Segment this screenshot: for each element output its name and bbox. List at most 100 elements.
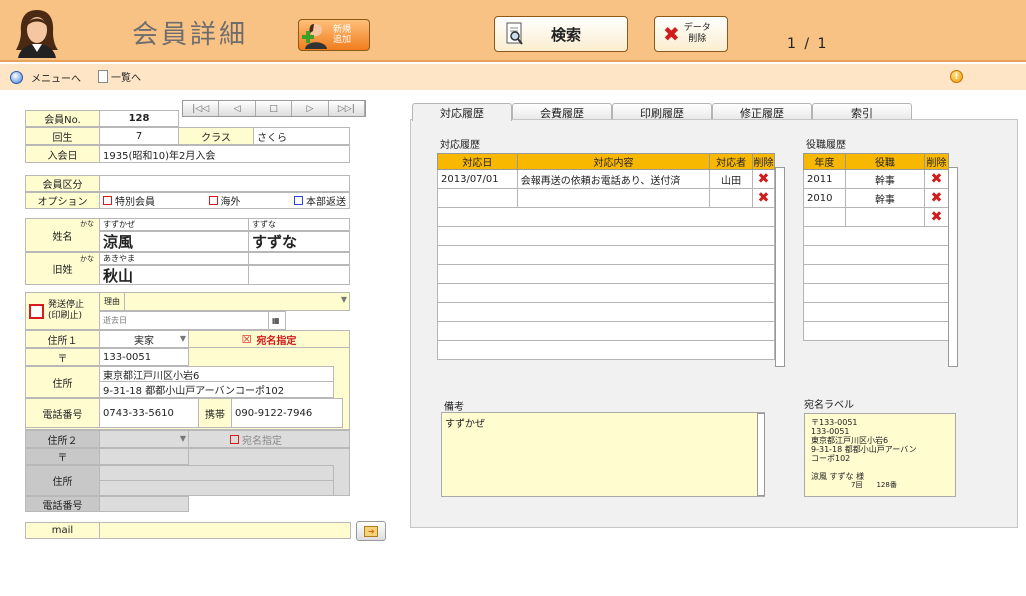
list-link[interactable]: 一覧へ — [98, 69, 141, 84]
table-row — [803, 245, 949, 265]
address2-label: 住所２ — [25, 430, 100, 448]
class-value[interactable]: さくら — [253, 127, 350, 145]
last-record-button[interactable]: ▷▷| — [328, 101, 366, 116]
table-row[interactable]: 2010 幹事 ✖ — [803, 188, 949, 208]
table-row — [803, 226, 949, 246]
address1-atena[interactable]: ☒ 宛名指定 — [188, 330, 350, 348]
tel2-label: 電話番号 — [25, 496, 100, 512]
death-date-field[interactable]: 逝去日 — [99, 311, 269, 330]
death-date-label: 逝去日 — [103, 316, 127, 325]
address2-line1[interactable] — [99, 465, 334, 481]
address1-addr-label: 住所 — [25, 366, 100, 398]
ship-stop-label1: 発送停止 — [48, 300, 85, 310]
memo-textarea[interactable]: すずかぜ — [441, 412, 765, 497]
new-label-line2: 追加 — [333, 35, 352, 45]
history-scrollbar[interactable] — [775, 167, 785, 367]
history-content[interactable]: 会報再送の依頼お電話あり、送付済 — [516, 169, 711, 189]
search-document-icon — [506, 22, 523, 45]
list-document-icon — [98, 70, 108, 83]
option-overseas[interactable]: 海外 — [208, 193, 241, 208]
delete-row-icon[interactable]: ✖ — [924, 207, 949, 227]
table-row[interactable]: ✖ — [803, 207, 949, 227]
search-button[interactable]: 検索 — [494, 16, 628, 52]
alert-icon[interactable]: ! — [950, 70, 963, 83]
role-year[interactable]: 2011 — [803, 169, 846, 189]
new-record-button[interactable]: 新規 追加 — [298, 19, 370, 51]
name-label-text: 姓名 — [52, 231, 73, 243]
role-name[interactable]: 幹事 — [844, 169, 926, 189]
delete-row-icon[interactable]: ✖ — [924, 188, 949, 208]
atena2-checkbox[interactable] — [230, 434, 239, 444]
zip1-value[interactable]: 133-0051 — [99, 348, 189, 366]
table-row[interactable]: ✖ — [437, 188, 775, 208]
table-row[interactable]: 2013/07/01 会報再送の依頼お電話あり、送付済 山田 ✖ — [437, 169, 775, 189]
kubun-value[interactable] — [99, 175, 350, 192]
address1-line2[interactable]: 9-31-18 都都小山戸アーバンコーポ102 — [99, 381, 334, 398]
address2-type-select[interactable]: ▼ — [99, 430, 189, 448]
next-record-button[interactable]: ▷ — [292, 101, 329, 116]
delete-row-icon[interactable]: ✖ — [752, 169, 775, 189]
ship-stop-checkbox[interactable] — [29, 303, 44, 319]
mail-input[interactable] — [99, 522, 351, 539]
first-record-button[interactable]: |◁◁ — [183, 101, 220, 116]
mei-kana-value[interactable]: すずな — [248, 218, 350, 231]
sei-kana-value[interactable]: すずかぜ — [99, 218, 249, 231]
memo-scrollbar[interactable] — [757, 413, 765, 496]
tab-history[interactable]: 対応履歴 — [412, 103, 512, 121]
tel2-value[interactable] — [99, 496, 189, 512]
nav-bar: メニューへ 一覧へ ! — [0, 64, 1026, 90]
delete-label-line1: データ — [683, 23, 711, 33]
delete-row-icon[interactable]: ✖ — [752, 188, 775, 208]
prev-record-button[interactable]: ◁ — [219, 101, 256, 116]
delete-record-button[interactable]: ✖ データ 削除 — [654, 16, 728, 52]
role-year[interactable]: 2010 — [803, 188, 846, 208]
old-name-empty[interactable] — [248, 265, 350, 285]
address2-type-dropdown-icon: ▼ — [179, 434, 186, 443]
option-return[interactable]: 本部返送 — [294, 193, 346, 208]
old-name-value[interactable]: 秋山 — [99, 265, 249, 285]
menu-link[interactable]: メニューへ — [10, 70, 81, 85]
current-record-button[interactable]: □ — [255, 101, 293, 116]
old-kana-value[interactable]: あきやま — [99, 252, 249, 265]
atena1-checked-icon[interactable]: ☒ — [242, 333, 252, 346]
address2-atena[interactable]: 宛名指定 — [188, 430, 350, 448]
label-title: 宛名ラベル — [804, 400, 854, 411]
zip2-value[interactable] — [99, 448, 189, 465]
overseas-checkbox[interactable] — [208, 196, 218, 205]
old-kana-empty[interactable] — [248, 252, 350, 265]
table-row — [803, 302, 949, 322]
history-date[interactable]: 2013/07/01 — [437, 169, 518, 189]
member-no-value[interactable]: 128 — [99, 110, 179, 127]
address1-type-value: 実家 — [134, 335, 154, 347]
address1-label: 住所１ — [25, 330, 100, 348]
tel1-value[interactable]: 0743-33-5610 — [99, 398, 199, 428]
return-checkbox[interactable] — [294, 196, 303, 205]
address2-line2[interactable] — [99, 480, 334, 496]
mobile1-value[interactable]: 090-9122-7946 — [231, 398, 343, 428]
menu-link-label: メニューへ — [31, 74, 81, 85]
mei-value[interactable]: すずな — [248, 231, 350, 252]
roles-scrollbar[interactable] — [948, 167, 958, 367]
sei-value[interactable]: 涼風 — [99, 231, 249, 252]
table-row — [437, 302, 775, 322]
table-row — [437, 340, 775, 360]
old-name-label-text: 旧姓 — [52, 265, 73, 276]
history-person[interactable]: 山田 — [709, 169, 754, 189]
address-label-preview: 〒133-0051 133-0051 東京都江戸川区小岩6 9-31-18 都都… — [804, 413, 956, 497]
special-checkbox[interactable] — [103, 196, 112, 205]
option-label: オプション — [25, 192, 100, 209]
calendar-icon[interactable]: ▦ — [268, 311, 286, 330]
option-special[interactable]: 特別会員 — [103, 193, 155, 208]
table-row — [437, 207, 775, 227]
label-line4: 9-31-18 都都小山戸アーバン — [811, 445, 917, 454]
reason-select[interactable]: ▼ — [124, 292, 350, 311]
delete-row-icon[interactable]: ✖ — [924, 169, 949, 189]
role-name[interactable]: 幹事 — [844, 188, 926, 208]
option-group: 特別会員 海外 本部返送 — [99, 192, 350, 209]
address1-type-select[interactable]: 実家 ▼ — [99, 330, 189, 348]
kai-value[interactable]: 7 — [99, 127, 179, 145]
send-mail-button[interactable]: ➜ — [356, 521, 386, 541]
join-date-value[interactable]: 1935(昭和10)年2月入会 — [99, 145, 350, 163]
address1-line1[interactable]: 東京都江戸川区小岩6 — [99, 366, 334, 382]
table-row[interactable]: 2011 幹事 ✖ — [803, 169, 949, 189]
